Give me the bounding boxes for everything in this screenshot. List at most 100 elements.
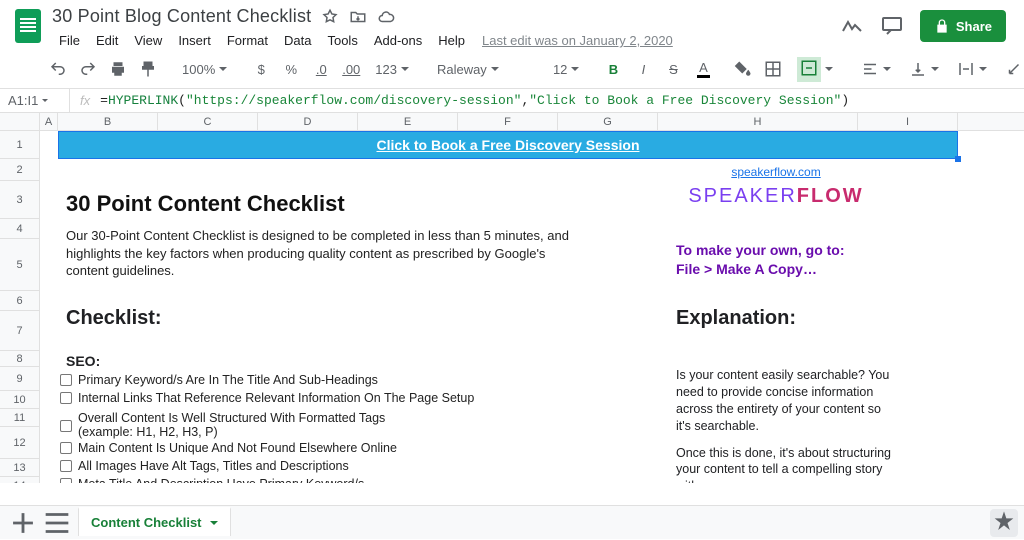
list-item: All Images Have Alt Tags, Titles and Des… <box>78 459 349 473</box>
description-text: Our 30-Point Content Checklist is design… <box>66 227 586 280</box>
chevron-down-icon[interactable] <box>210 521 218 529</box>
more-formats[interactable]: 123 <box>369 62 415 77</box>
move-icon[interactable] <box>349 8 367 26</box>
row-header[interactable]: 11 <box>0 409 39 427</box>
col-header[interactable]: E <box>358 113 458 130</box>
increase-decimal[interactable]: .00 <box>339 56 363 82</box>
col-header[interactable]: H <box>658 113 858 130</box>
add-sheet-button[interactable] <box>6 508 40 538</box>
zoom-value: 100% <box>182 62 215 77</box>
merge-cells-button[interactable] <box>791 57 839 82</box>
row-header[interactable]: 5 <box>0 239 39 291</box>
checkbox[interactable] <box>60 392 72 404</box>
explanation-text: Is your content easily searchable? You n… <box>676 367 896 483</box>
strikethrough-button[interactable]: S <box>661 56 685 82</box>
sheet-tab-bar: Content Checklist <box>0 505 1024 539</box>
font-family-value: Raleway <box>437 62 487 77</box>
row-header[interactable]: 2 <box>0 159 39 181</box>
row-header[interactable]: 6 <box>0 291 39 311</box>
font-family-select[interactable]: Raleway <box>431 62 531 77</box>
spreadsheet-grid[interactable]: A B C D E F G H I 1 2 3 4 5 6 7 8 9 10 1… <box>0 113 1024 483</box>
checkbox[interactable] <box>60 442 72 454</box>
paint-format-icon[interactable] <box>136 56 160 82</box>
redo-icon[interactable] <box>76 56 100 82</box>
borders-button[interactable] <box>761 56 785 82</box>
menu-insert[interactable]: Insert <box>171 29 218 52</box>
menu-edit[interactable]: Edit <box>89 29 125 52</box>
comments-icon[interactable] <box>880 14 904 38</box>
share-button[interactable]: Share <box>920 10 1006 42</box>
name-box[interactable]: A1:I1 <box>0 89 70 112</box>
menu-tools[interactable]: Tools <box>320 29 364 52</box>
decrease-decimal[interactable]: .0 <box>309 56 333 82</box>
menu-addons[interactable]: Add-ons <box>367 29 429 52</box>
activity-icon[interactable] <box>840 14 864 38</box>
menu-help[interactable]: Help <box>431 29 472 52</box>
seo-checklist: Primary Keyword/s Are In The Title And S… <box>60 373 474 483</box>
fill-color-button[interactable] <box>731 56 755 82</box>
col-header[interactable]: D <box>258 113 358 130</box>
italic-button[interactable]: I <box>631 56 655 82</box>
last-edit-note[interactable]: Last edit was on January 2, 2020 <box>482 33 673 48</box>
checkbox[interactable] <box>60 420 72 432</box>
checkbox[interactable] <box>60 460 72 472</box>
row-header[interactable]: 7 <box>0 311 39 351</box>
formula-bar: A1:I1 fx =HYPERLINK("https://speakerflow… <box>0 89 1024 113</box>
col-header[interactable]: F <box>458 113 558 130</box>
zoom-select[interactable]: 100% <box>176 62 233 77</box>
make-copy-instructions: To make your own, go to: File > Make A C… <box>676 241 845 279</box>
vertical-align[interactable] <box>903 60 945 78</box>
row-header[interactable]: 4 <box>0 219 39 239</box>
cloud-icon[interactable] <box>377 8 395 26</box>
percent-button[interactable]: % <box>279 56 303 82</box>
name-box-value: A1:I1 <box>8 93 38 108</box>
text-rotation[interactable] <box>999 60 1024 78</box>
col-header[interactable]: A <box>40 113 58 130</box>
menu-bar: File Edit View Insert Format Data Tools … <box>52 29 840 52</box>
row-header[interactable]: 14 <box>0 477 39 483</box>
currency-button[interactable]: $ <box>249 56 273 82</box>
select-all-corner[interactable] <box>0 113 40 130</box>
menu-view[interactable]: View <box>127 29 169 52</box>
col-header[interactable]: B <box>58 113 158 130</box>
font-size-select[interactable]: 12 <box>547 62 585 77</box>
undo-icon[interactable] <box>46 56 70 82</box>
row-header[interactable]: 8 <box>0 351 39 367</box>
text-color-button[interactable]: A <box>691 56 715 82</box>
explore-button[interactable] <box>990 509 1018 537</box>
text-wrap[interactable] <box>951 60 993 78</box>
print-icon[interactable] <box>106 56 130 82</box>
star-icon[interactable] <box>321 8 339 26</box>
formula-input[interactable]: =HYPERLINK("https://speakerflow.com/disc… <box>100 93 849 108</box>
col-header[interactable]: G <box>558 113 658 130</box>
menu-format[interactable]: Format <box>220 29 275 52</box>
menu-file[interactable]: File <box>52 29 87 52</box>
toolbar: 100% $ % .0 .00 123 Raleway 12 B I S A Σ <box>0 52 1024 89</box>
share-label: Share <box>956 19 992 34</box>
row-header[interactable]: 1 <box>0 131 39 159</box>
horizontal-align[interactable] <box>855 60 897 78</box>
speakerflow-link[interactable]: speakerflow.com <box>676 165 876 179</box>
row-header[interactable]: 13 <box>0 459 39 477</box>
checklist-heading: Checklist: <box>66 307 162 330</box>
app-logo[interactable] <box>8 6 48 46</box>
page-title: 30 Point Content Checklist <box>66 191 345 217</box>
col-header[interactable]: C <box>158 113 258 130</box>
row-header[interactable]: 3 <box>0 181 39 219</box>
checkbox[interactable] <box>60 478 72 483</box>
row-header[interactable]: 12 <box>0 427 39 459</box>
doc-title[interactable]: 30 Point Blog Content Checklist <box>52 6 311 27</box>
column-headers: A B C D E F G H I <box>0 113 1024 131</box>
discovery-session-link-cell[interactable]: Click to Book a Free Discovery Session <box>58 131 958 159</box>
row-header[interactable]: 10 <box>0 391 39 409</box>
sheet-tab-content-checklist[interactable]: Content Checklist <box>78 507 231 536</box>
list-item: Internal Links That Reference Relevant I… <box>78 391 474 405</box>
col-header[interactable]: I <box>858 113 958 130</box>
more-formats-label: 123 <box>375 62 397 77</box>
list-item: Primary Keyword/s Are In The Title And S… <box>78 373 378 387</box>
all-sheets-button[interactable] <box>40 508 74 538</box>
bold-button[interactable]: B <box>601 56 625 82</box>
row-header[interactable]: 9 <box>0 367 39 391</box>
menu-data[interactable]: Data <box>277 29 318 52</box>
checkbox[interactable] <box>60 374 72 386</box>
